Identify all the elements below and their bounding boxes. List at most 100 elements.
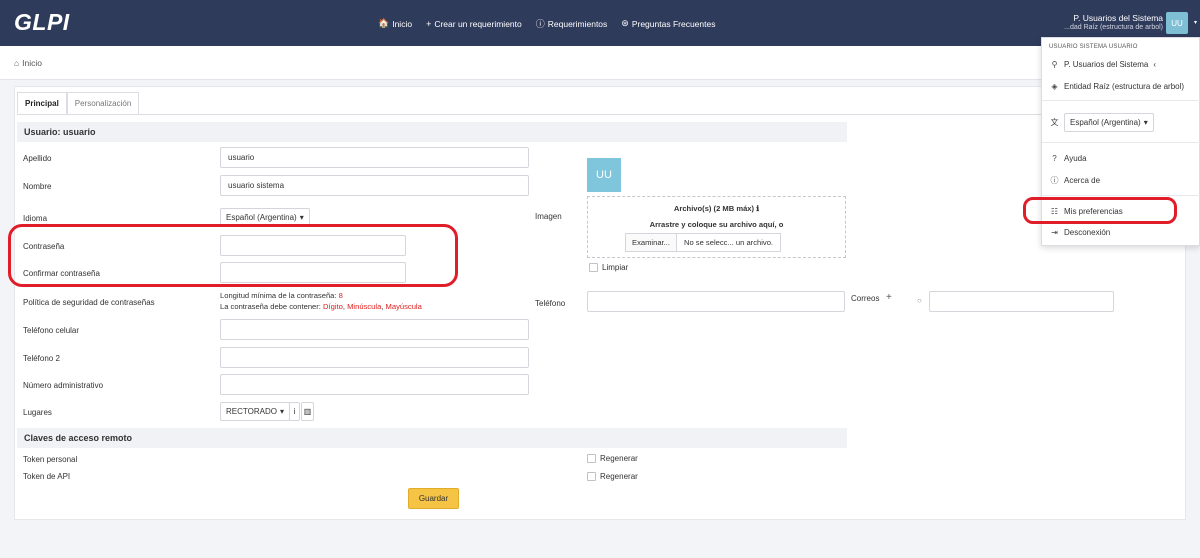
phone2-input[interactable]: [220, 347, 529, 368]
checkbox[interactable]: [589, 263, 598, 272]
breadcrumb[interactable]: ⌂ Inicio: [14, 58, 42, 68]
chevron-down-icon[interactable]: ▾: [1194, 19, 1197, 26]
menu-help-label: Ayuda: [1064, 154, 1087, 163]
home-icon: 🏠: [378, 18, 390, 28]
apellido-input[interactable]: usuario: [220, 147, 529, 168]
password-highlight: [8, 224, 458, 287]
regenerate-api-token[interactable]: Regenerar: [587, 472, 638, 481]
plus-icon: +: [426, 18, 432, 29]
regenerate-label: Regenerar: [600, 472, 638, 481]
policy-digit: Dígito: [323, 302, 343, 311]
home-icon: ⌂: [14, 58, 20, 68]
user-avatar[interactable]: UU: [1166, 12, 1188, 34]
user-info[interactable]: P. Usuarios del Sistema ...dad Raíz (est…: [1064, 13, 1163, 33]
menu-divider: [1042, 195, 1200, 196]
label-apellido: Apellido: [23, 154, 52, 163]
section-user-header: Usuario: usuario: [17, 122, 847, 142]
chevron-down-icon: ▾: [279, 407, 284, 416]
nav-faq-label: Preguntas Frecuentes: [631, 18, 716, 29]
menu-help[interactable]: ? Ayuda: [1050, 154, 1087, 163]
info-icon[interactable]: i: [289, 402, 300, 421]
faq-icon: ⊛: [621, 18, 629, 28]
help-icon: ?: [1052, 154, 1057, 163]
menu-profile[interactable]: ⚲ P. Usuarios del Sistema ‹: [1050, 60, 1156, 69]
language-value: Español (Argentina): [1070, 118, 1141, 127]
tab-principal[interactable]: Principal: [17, 92, 67, 114]
admin-number-input[interactable]: [220, 374, 529, 395]
menu-entity[interactable]: ◈ Entidad Raíz (estructura de arbol): [1050, 82, 1184, 91]
menu-about[interactable]: ⓘ Acerca de: [1050, 175, 1101, 186]
file-input[interactable]: Examinar... No se selecc... un archivo.: [625, 233, 782, 252]
menu-profile-label: P. Usuarios del Sistema: [1064, 60, 1149, 69]
add-email-icon[interactable]: +: [886, 292, 892, 303]
language-select[interactable]: Español (Argentina) ▾: [1064, 113, 1154, 132]
logout-icon: ⇥: [1051, 228, 1058, 237]
section-remote-header: Claves de acceso remoto: [17, 428, 847, 448]
label-mobile: Teléfono celular: [23, 326, 80, 335]
menu-divider: [1042, 100, 1200, 101]
layers-icon: ◈: [1051, 82, 1058, 91]
user-form-panel: Principal Personalización Usuario: usuar…: [14, 86, 1186, 520]
translate-icon: 文: [1050, 118, 1059, 127]
nav-create-ticket[interactable]: + Crear un requerimiento: [426, 17, 522, 30]
checkbox[interactable]: [587, 472, 596, 481]
nav-home[interactable]: 🏠 Inicio: [378, 17, 412, 30]
mobile-input[interactable]: [220, 319, 529, 340]
label-locations: Lugares: [23, 408, 52, 417]
menu-language[interactable]: 文 Español (Argentina) ▾: [1050, 113, 1154, 132]
user-picture: UU: [587, 158, 621, 192]
label-phone: Teléfono: [535, 299, 566, 308]
top-navbar: GLPI 🏠 Inicio + Crear un requerimiento ⓘ…: [0, 0, 1200, 46]
tab-divider: [17, 114, 1177, 115]
upload-title: Archivo(s) (2 MB máx): [673, 204, 755, 213]
tab-personalization[interactable]: Personalización: [66, 92, 140, 114]
regenerate-personal-token[interactable]: Regenerar: [587, 454, 638, 463]
menu-divider: [1042, 142, 1200, 143]
info-icon: ℹ: [756, 204, 760, 213]
menu-about-label: Acerca de: [1064, 176, 1101, 185]
idioma-value: Español (Argentina): [226, 213, 297, 222]
info-icon: ⓘ: [1050, 176, 1059, 185]
policy-min-text: Longitud mínima de la contraseña:: [220, 291, 337, 300]
user-name: P. Usuarios del Sistema: [1073, 13, 1163, 23]
save-button[interactable]: Guardar: [408, 488, 459, 509]
menu-logout[interactable]: ⇥ Desconexión: [1050, 228, 1110, 237]
email-input[interactable]: [929, 291, 1114, 312]
default-email-radio[interactable]: ○: [917, 296, 922, 305]
nav-faq[interactable]: ⊛ Preguntas Frecuentes: [621, 17, 715, 30]
nombre-input[interactable]: usuario sistema: [220, 175, 529, 196]
policy-min-value: 8: [338, 291, 343, 300]
menu-logout-label: Desconexión: [1064, 228, 1111, 237]
label-nombre: Nombre: [23, 182, 52, 191]
label-idioma: Idioma: [23, 214, 48, 223]
policy-upper: Mayúscula: [385, 302, 422, 311]
regenerate-label: Regenerar: [600, 454, 638, 463]
nav-tickets[interactable]: ⓘ Requerimientos: [536, 17, 608, 30]
label-password-policy: Política de seguridad de contraseñas: [23, 298, 155, 307]
alert-circle-icon: ⓘ: [535, 19, 545, 29]
label-admin-number: Número administrativo: [23, 381, 104, 390]
label-phone2: Teléfono 2: [23, 354, 60, 363]
upload-hint: Arrastre y coloque su archivo aquí, o: [649, 220, 784, 229]
label-api-token: Token de API: [23, 472, 71, 481]
checkbox[interactable]: [587, 454, 596, 463]
nav-create-ticket-label: Crear un requerimiento: [434, 18, 522, 29]
chevron-down-icon: ▾: [1143, 118, 1148, 127]
phone-input[interactable]: [587, 291, 845, 312]
clear-label: Limpiar: [602, 263, 629, 272]
label-personal-token: Token personal: [23, 455, 78, 464]
chevron-left-icon: ‹: [1153, 60, 1157, 69]
clear-picture[interactable]: Limpiar: [589, 263, 628, 272]
map-icon[interactable]: ▥: [301, 402, 314, 421]
chevron-down-icon: ▾: [299, 213, 304, 222]
file-dropzone[interactable]: Archivo(s) (2 MB máx) ℹ Arrastre y coloq…: [587, 196, 846, 258]
policy-contains-text: La contraseña debe contener:: [220, 302, 321, 311]
label-image: Imagen: [535, 212, 562, 221]
main-nav: 🏠 Inicio + Crear un requerimiento ⓘ Requ…: [378, 17, 715, 30]
file-name: No se selecc... un archivo.: [683, 238, 774, 247]
user-entity: ...dad Raíz (estructura de arbol): [1064, 24, 1163, 31]
browse-button[interactable]: Examinar...: [626, 234, 677, 251]
password-policy: Longitud mínima de la contraseña: 8 La c…: [220, 291, 422, 311]
glpi-logo[interactable]: GLPI: [14, 9, 70, 36]
location-select[interactable]: RECTORADO ▾: [220, 402, 290, 421]
